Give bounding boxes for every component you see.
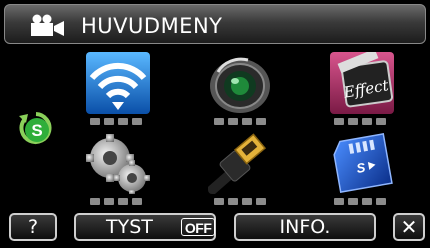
hdmi-tile[interactable] [208,132,272,194]
self-timer-label: S [31,121,42,140]
lens-page-dots [214,118,266,126]
menu-grid: S Effect S [4,46,426,206]
tyst-button[interactable]: TYST OFF [74,213,216,241]
close-icon: ✕ [400,215,418,239]
info-label: INFO. [279,216,331,238]
settings-tile[interactable] [86,132,150,194]
wifi-tile[interactable] [86,52,150,114]
sd-page-dots [334,198,386,206]
video-camera-icon [31,14,64,36]
tyst-state-badge: OFF [180,218,216,236]
sd-tile[interactable]: S [330,132,394,194]
help-label: ? [27,216,39,238]
hdmi-cable-icon [208,132,272,194]
tyst-label: TYST [106,216,153,238]
wifi-page-dots [90,118,142,126]
help-button[interactable]: ? [9,213,57,241]
effect-icon: Effect [330,52,394,114]
settings-page-dots [90,198,142,206]
gears-icon [86,132,150,194]
lens-tile[interactable] [208,52,272,114]
info-button[interactable]: INFO. [234,213,376,241]
close-button[interactable]: ✕ [393,213,425,241]
self-timer-icon[interactable]: S [16,108,56,148]
camera-lens-icon [208,52,272,114]
sd-card-icon: S [330,132,394,194]
title-bar: HUVUDMENY [4,4,426,44]
effect-tile[interactable]: Effect [330,52,394,114]
page-title: HUVUDMENY [81,14,223,38]
wifi-icon [86,52,150,114]
hdmi-page-dots [214,198,266,206]
effect-page-dots [334,118,386,126]
